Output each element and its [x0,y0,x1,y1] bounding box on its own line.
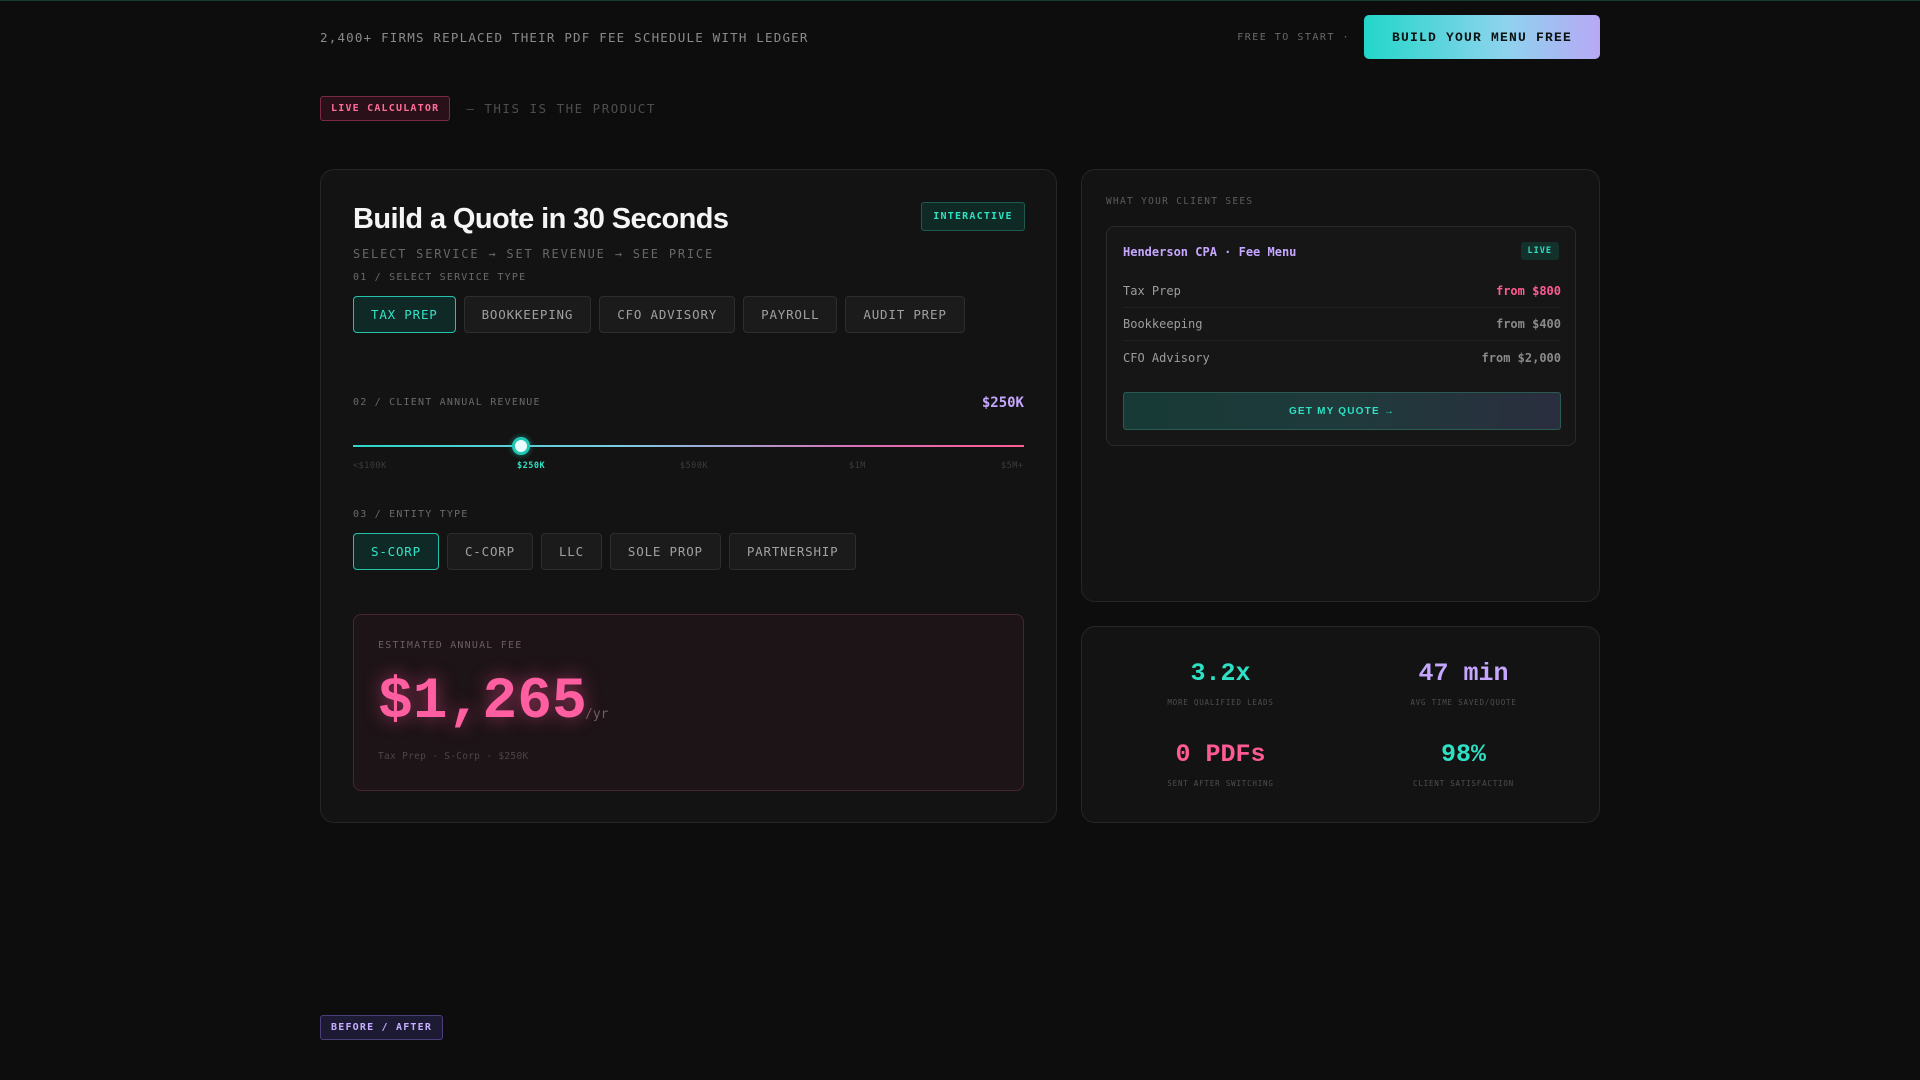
step3-label: 03 / ENTITY TYPE [353,509,469,520]
revenue-tick: $5M+ [1001,461,1024,471]
step1-label: 01 / SELECT SERVICE TYPE [353,272,527,283]
fee-menu-title: Henderson CPA · Fee Menu [1123,245,1297,259]
stat-label: AVG TIME SAVED/QUOTE [1410,698,1517,707]
section-subtitle: — THIS IS THE PRODUCT [466,101,656,116]
stat-value: 0 PDFs [1175,740,1266,769]
fee-menu-row: Bookkeeping from $400 [1123,308,1561,341]
fee-menu-row: Tax Prep from $800 [1123,275,1561,308]
entity-c-corp[interactable]: C-CORP [446,533,533,570]
live-calculator-badge: LIVE CALCULATOR [320,96,451,121]
step2-label: 02 / CLIENT ANNUAL REVENUE [353,397,541,408]
stat-label: CLIENT SATISFACTION [1413,779,1514,788]
fee-menu-price: from $800 [1495,284,1561,298]
section-header: LIVE CALCULATOR — THIS IS THE PRODUCT [320,96,656,121]
stat-item: 98% CLIENT SATISFACTION [1342,740,1585,788]
service-tax-prep[interactable]: TAX PREP [353,296,456,333]
stat-value: 3.2x [1190,659,1251,688]
revenue-tick: $500K [680,461,709,471]
top-right-group: FREE TO START · BUILD YOUR MENU FREE [1237,15,1600,59]
entity-sole-prop[interactable]: SOLE PROP [609,533,721,570]
stat-item: 3.2x MORE QUALIFIED LEADS [1099,659,1342,707]
stat-value: 47 min [1418,659,1509,688]
fee-menu-row: CFO Advisory from $2,000 [1123,341,1561,374]
calculator-title: Build a Quote in 30 Seconds [353,203,729,235]
fee-amount: $1,265 [378,670,587,735]
stat-label: SENT AFTER SWITCHING [1167,779,1274,788]
revenue-slider-handle[interactable] [511,437,530,455]
interactive-badge: INTERACTIVE [921,202,1025,231]
entity-partnership[interactable]: PARTNERSHIP [728,533,857,570]
stats-panel: 3.2x MORE QUALIFIED LEADS 47 min AVG TIM… [1081,626,1600,823]
quote-calculator-panel: Build a Quote in 30 Seconds SELECT SERVI… [320,169,1057,823]
top-bar: 2,400+ FIRMS REPLACED THEIR PDF FEE SCHE… [320,14,1600,60]
client-preview-label: WHAT YOUR CLIENT SEES [1106,196,1254,207]
fee-detail: Tax Prep · S-Corp · $250K [378,751,529,762]
service-audit-prep[interactable]: AUDIT PREP [845,296,965,333]
stat-item: 47 min AVG TIME SAVED/QUOTE [1342,659,1585,707]
live-tag: LIVE [1520,242,1559,260]
revenue-tick: $250K [517,461,546,471]
top-accent-line [0,0,1920,1]
service-cfo-advisory[interactable]: CFO ADVISORY [599,296,736,333]
social-proof-tagline: 2,400+ FIRMS REPLACED THEIR PDF FEE SCHE… [320,29,809,45]
fee-menu-service: CFO Advisory [1123,350,1210,365]
free-to-start-text: FREE TO START · [1237,31,1350,43]
before-after-badge: BEFORE / AFTER [320,1015,444,1040]
estimated-fee-box: ESTIMATED ANNUAL FEE $1,265 /yr Tax Prep… [353,614,1024,791]
service-type-selector: TAX PREP BOOKKEEPING CFO ADVISORY PAYROL… [353,296,965,333]
get-my-quote-button[interactable]: GET MY QUOTE → [1123,392,1561,430]
service-payroll[interactable]: PAYROLL [743,296,838,333]
fee-menu-price: from $2,000 [1481,350,1561,365]
fee-unit: /yr [585,707,609,722]
fee-menu-service: Tax Prep [1123,284,1181,298]
entity-llc[interactable]: LLC [540,533,602,570]
entity-s-corp[interactable]: S-CORP [353,533,439,570]
stat-item: 0 PDFs SENT AFTER SWITCHING [1099,740,1342,788]
revenue-slider-track[interactable] [353,445,1024,447]
revenue-tick: $1M [849,461,866,471]
revenue-tick: <$100K [353,461,387,471]
fee-menu-price: from $400 [1495,317,1561,331]
fee-label: ESTIMATED ANNUAL FEE [378,640,523,651]
service-bookkeeping[interactable]: BOOKKEEPING [463,296,592,333]
fee-menu-service: Bookkeeping [1123,317,1203,331]
stat-label: MORE QUALIFIED LEADS [1167,698,1274,707]
build-menu-button[interactable]: BUILD YOUR MENU FREE [1364,15,1600,59]
entity-type-selector: S-CORP C-CORP LLC SOLE PROP PARTNERSHIP [353,533,857,570]
fee-menu-card: Henderson CPA · Fee Menu LIVE Tax Prep f… [1106,226,1576,446]
client-preview-panel: WHAT YOUR CLIENT SEES Henderson CPA · Fe… [1081,169,1600,602]
revenue-value: $250K [981,395,1024,411]
stat-value: 98% [1440,740,1486,769]
calculator-subtitle: SELECT SERVICE → SET REVENUE → SEE PRICE [353,247,714,261]
